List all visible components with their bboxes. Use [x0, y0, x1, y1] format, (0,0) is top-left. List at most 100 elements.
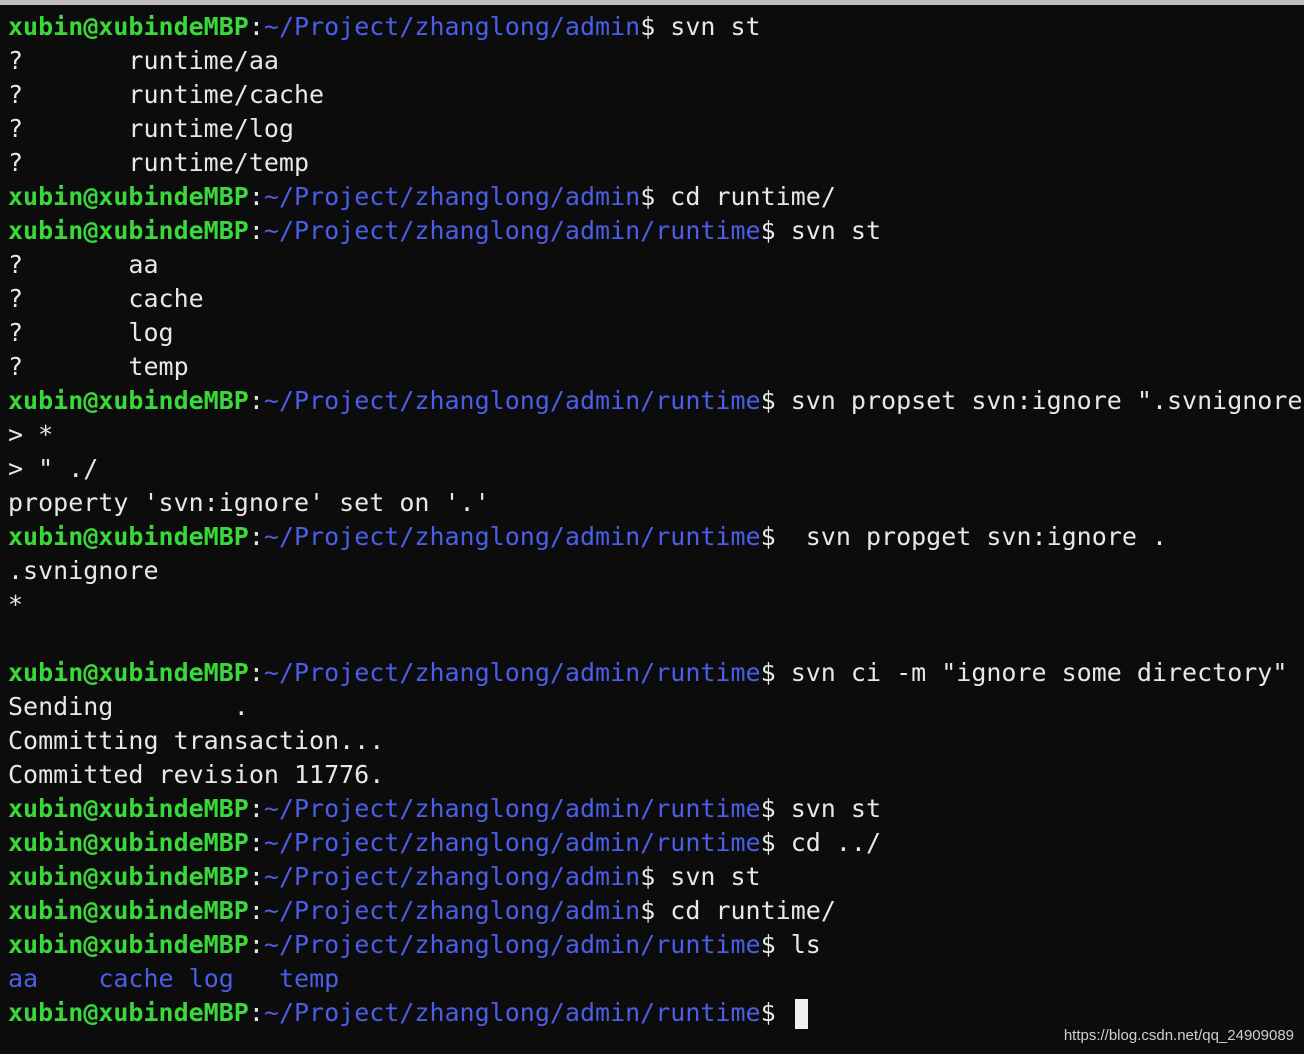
prompt-colon: : — [248, 930, 264, 959]
prompt-user: xubin@xubindeMBP — [8, 998, 249, 1027]
command-text: cd ../ — [775, 828, 882, 857]
prompt-dollar: $ — [760, 998, 776, 1027]
output-line: ? runtime/aa — [8, 46, 279, 75]
prompt-path: ~/Project/zhanglong/admin — [263, 12, 641, 41]
prompt-line: xubin@xubindeMBP:~/Project/zhanglong/adm… — [8, 520, 1304, 554]
prompt-colon: : — [248, 896, 264, 925]
output-line: Committing transaction... — [8, 726, 385, 755]
prompt-path: ~/Project/zhanglong/admin/runtime — [263, 828, 761, 857]
output-line: Committed revision 11776. — [8, 760, 385, 789]
text-cursor — [794, 999, 808, 1029]
prompt-user: xubin@xubindeMBP — [8, 828, 249, 857]
command-text: cd runtime/ — [655, 896, 836, 925]
prompt-line: xubin@xubindeMBP:~/Project/zhanglong/adm… — [8, 860, 1304, 894]
command-text: svn st — [775, 216, 882, 245]
prompt-user: xubin@xubindeMBP — [8, 216, 249, 245]
prompt-dollar: $ — [640, 896, 656, 925]
command-text: svn st — [655, 12, 761, 41]
prompt-user: xubin@xubindeMBP — [8, 862, 249, 891]
prompt-user: xubin@xubindeMBP — [8, 658, 249, 687]
prompt-path: ~/Project/zhanglong/admin/runtime — [263, 522, 761, 551]
ls-entry: aa — [8, 964, 39, 993]
prompt-line: xubin@xubindeMBP:~/Project/zhanglong/adm… — [8, 214, 1304, 248]
prompt-dollar: $ — [760, 386, 776, 415]
prompt-user: xubin@xubindeMBP — [8, 182, 249, 211]
prompt-colon: : — [248, 386, 264, 415]
prompt-dollar: $ — [760, 658, 776, 687]
prompt-user: xubin@xubindeMBP — [8, 12, 249, 41]
prompt-colon: : — [248, 12, 264, 41]
terminal-window: xubin@xubindeMBP:~/Project/zhanglong/adm… — [0, 0, 1304, 1054]
ls-entry: cache — [98, 964, 174, 993]
prompt-path: ~/Project/zhanglong/admin — [263, 896, 641, 925]
terminal-output[interactable]: xubin@xubindeMBP:~/Project/zhanglong/adm… — [8, 10, 1304, 1030]
prompt-dollar: $ — [760, 216, 776, 245]
prompt-user: xubin@xubindeMBP — [8, 794, 249, 823]
prompt-line: xubin@xubindeMBP:~/Project/zhanglong/adm… — [8, 792, 1304, 826]
command-text: svn st — [775, 794, 882, 823]
prompt-path: ~/Project/zhanglong/admin — [263, 182, 641, 211]
command-text: ls — [775, 930, 821, 959]
output-line: ? cache — [8, 284, 204, 313]
ls-entry: log — [188, 964, 234, 993]
output-line: ? runtime/log — [8, 114, 294, 143]
prompt-path: ~/Project/zhanglong/admin/runtime — [263, 930, 761, 959]
command-text — [776, 998, 791, 1027]
output-line: * — [8, 590, 24, 619]
command-text: svn propset svn:ignore ".svnignore — [775, 386, 1303, 415]
ls-gap — [174, 964, 189, 993]
prompt-colon: : — [248, 182, 264, 211]
prompt-colon: : — [248, 658, 264, 687]
prompt-line: xubin@xubindeMBP:~/Project/zhanglong/adm… — [8, 384, 1304, 418]
ls-gap — [38, 964, 98, 993]
prompt-dollar: $ — [760, 522, 776, 551]
output-line: ? runtime/cache — [8, 80, 325, 109]
output-line: Sending . — [8, 692, 249, 721]
prompt-colon: : — [248, 828, 264, 857]
output-line: ? runtime/temp — [8, 148, 310, 177]
prompt-dollar: $ — [760, 828, 776, 857]
prompt-line: xubin@xubindeMBP:~/Project/zhanglong/adm… — [8, 180, 1304, 214]
prompt-dollar: $ — [640, 862, 656, 891]
prompt-line: xubin@xubindeMBP:~/Project/zhanglong/adm… — [8, 894, 1304, 928]
watermark: https://blog.csdn.net/qq_24909089 — [1063, 1027, 1294, 1044]
prompt-dollar: $ — [640, 12, 656, 41]
prompt-path: ~/Project/zhanglong/admin — [263, 862, 641, 891]
prompt-colon: : — [248, 998, 264, 1027]
prompt-colon: : — [248, 522, 264, 551]
output-line: > " ./ — [8, 454, 99, 483]
prompt-dollar: $ — [640, 182, 656, 211]
prompt-path: ~/Project/zhanglong/admin/runtime — [263, 386, 761, 415]
prompt-path: ~/Project/zhanglong/admin/runtime — [263, 794, 761, 823]
prompt-user: xubin@xubindeMBP — [8, 522, 249, 551]
prompt-path: ~/Project/zhanglong/admin/runtime — [263, 998, 761, 1027]
prompt-line: xubin@xubindeMBP:~/Project/zhanglong/adm… — [8, 826, 1304, 860]
prompt-dollar: $ — [760, 794, 776, 823]
prompt-dollar: $ — [760, 930, 776, 959]
output-line: property 'svn:ignore' set on '.' — [8, 488, 490, 517]
ls-output-line: aa cache log temp — [8, 962, 1304, 996]
output-line: > * — [8, 420, 54, 449]
window-top-border — [0, 0, 1304, 5]
prompt-user: xubin@xubindeMBP — [8, 930, 249, 959]
prompt-colon: : — [248, 216, 264, 245]
prompt-colon: : — [248, 794, 264, 823]
command-text: svn st — [655, 862, 761, 891]
command-text: svn ci -m "ignore some directory" — [775, 658, 1288, 687]
prompt-line: xubin@xubindeMBP:~/Project/zhanglong/adm… — [8, 656, 1304, 690]
ls-gap — [234, 964, 279, 993]
prompt-colon: : — [248, 862, 264, 891]
prompt-user: xubin@xubindeMBP — [8, 386, 249, 415]
prompt-path: ~/Project/zhanglong/admin/runtime — [263, 216, 761, 245]
command-text: cd runtime/ — [655, 182, 836, 211]
prompt-line: xubin@xubindeMBP:~/Project/zhanglong/adm… — [8, 996, 1304, 1030]
output-line: ? temp — [8, 352, 189, 381]
prompt-line: xubin@xubindeMBP:~/Project/zhanglong/adm… — [8, 928, 1304, 962]
prompt-user: xubin@xubindeMBP — [8, 896, 249, 925]
output-line: .svnignore — [8, 556, 159, 585]
prompt-line: xubin@xubindeMBP:~/Project/zhanglong/adm… — [8, 10, 1304, 44]
command-text: svn propget svn:ignore . — [775, 522, 1167, 551]
output-line: ? aa — [8, 250, 159, 279]
prompt-path: ~/Project/zhanglong/admin/runtime — [263, 658, 761, 687]
